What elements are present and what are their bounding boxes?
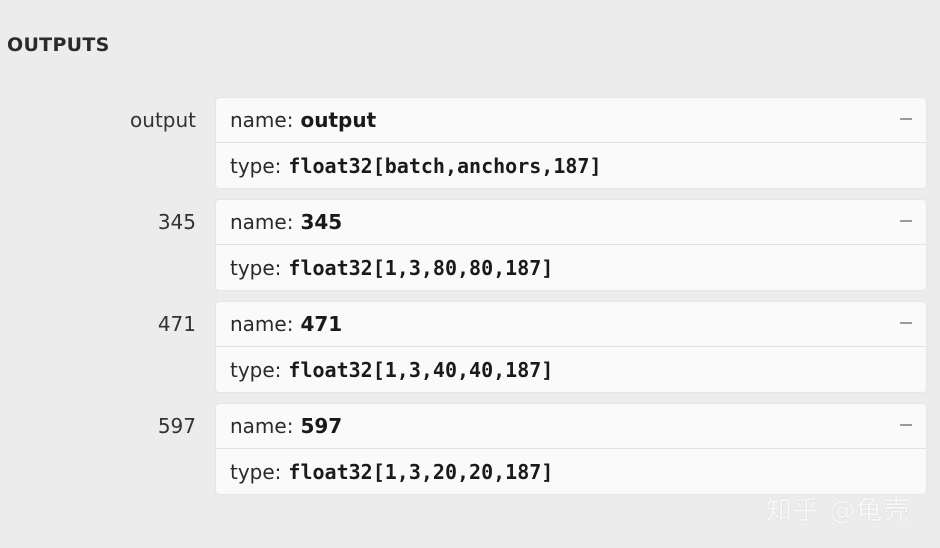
output-name-line: name: output [216,98,926,143]
name-key: name: [230,210,294,234]
output-label: output [130,108,196,132]
name-value: 471 [300,312,343,336]
output-label: 471 [157,312,196,336]
outputs-list: output name: output type: float32[batch,… [0,98,940,506]
type-key: type: [230,357,282,382]
output-item: 471 name: 471 type: float32[1,3,40,40,18… [0,302,940,404]
collapse-button[interactable] [898,210,914,232]
outputs-section-title: OUTPUTS [7,34,110,56]
output-item: 345 name: 345 type: float32[1,3,80,80,18… [0,200,940,302]
output-name-line: name: 471 [216,302,926,347]
collapse-button[interactable] [898,414,914,436]
name-key: name: [230,312,294,336]
output-card: name: 597 type: float32[1,3,20,20,187] [216,404,926,494]
collapse-button[interactable] [898,312,914,334]
output-name-line: name: 597 [216,404,926,449]
minus-icon [900,322,912,324]
minus-icon [900,220,912,222]
name-value: output [300,108,377,132]
minus-icon [900,118,912,120]
name-key: name: [230,108,294,132]
output-card: name: 345 type: float32[1,3,80,80,187] [216,200,926,290]
output-type-line: type: float32[1,3,40,40,187] [216,347,926,392]
output-card: name: 471 type: float32[1,3,40,40,187] [216,302,926,392]
type-value: float32[1,3,80,80,187] [288,255,554,280]
name-value: 597 [300,414,343,438]
type-key: type: [230,459,282,484]
collapse-button[interactable] [898,108,914,130]
name-key: name: [230,414,294,438]
type-value: float32[batch,anchors,187] [288,153,602,178]
output-card: name: output type: float32[batch,anchors… [216,98,926,188]
type-value: float32[1,3,40,40,187] [288,357,554,382]
output-type-line: type: float32[1,3,80,80,187] [216,245,926,290]
output-name-line: name: 345 [216,200,926,245]
type-key: type: [230,153,282,178]
name-value: 345 [300,210,343,234]
type-key: type: [230,255,282,280]
output-type-line: type: float32[batch,anchors,187] [216,143,926,188]
watermark: 知乎 @龟壳 [766,496,911,526]
minus-icon [900,424,912,426]
output-type-line: type: float32[1,3,20,20,187] [216,449,926,494]
type-value: float32[1,3,20,20,187] [288,459,554,484]
output-item: output name: output type: float32[batch,… [0,98,940,200]
output-label: 597 [157,414,196,438]
output-label: 345 [157,210,196,234]
